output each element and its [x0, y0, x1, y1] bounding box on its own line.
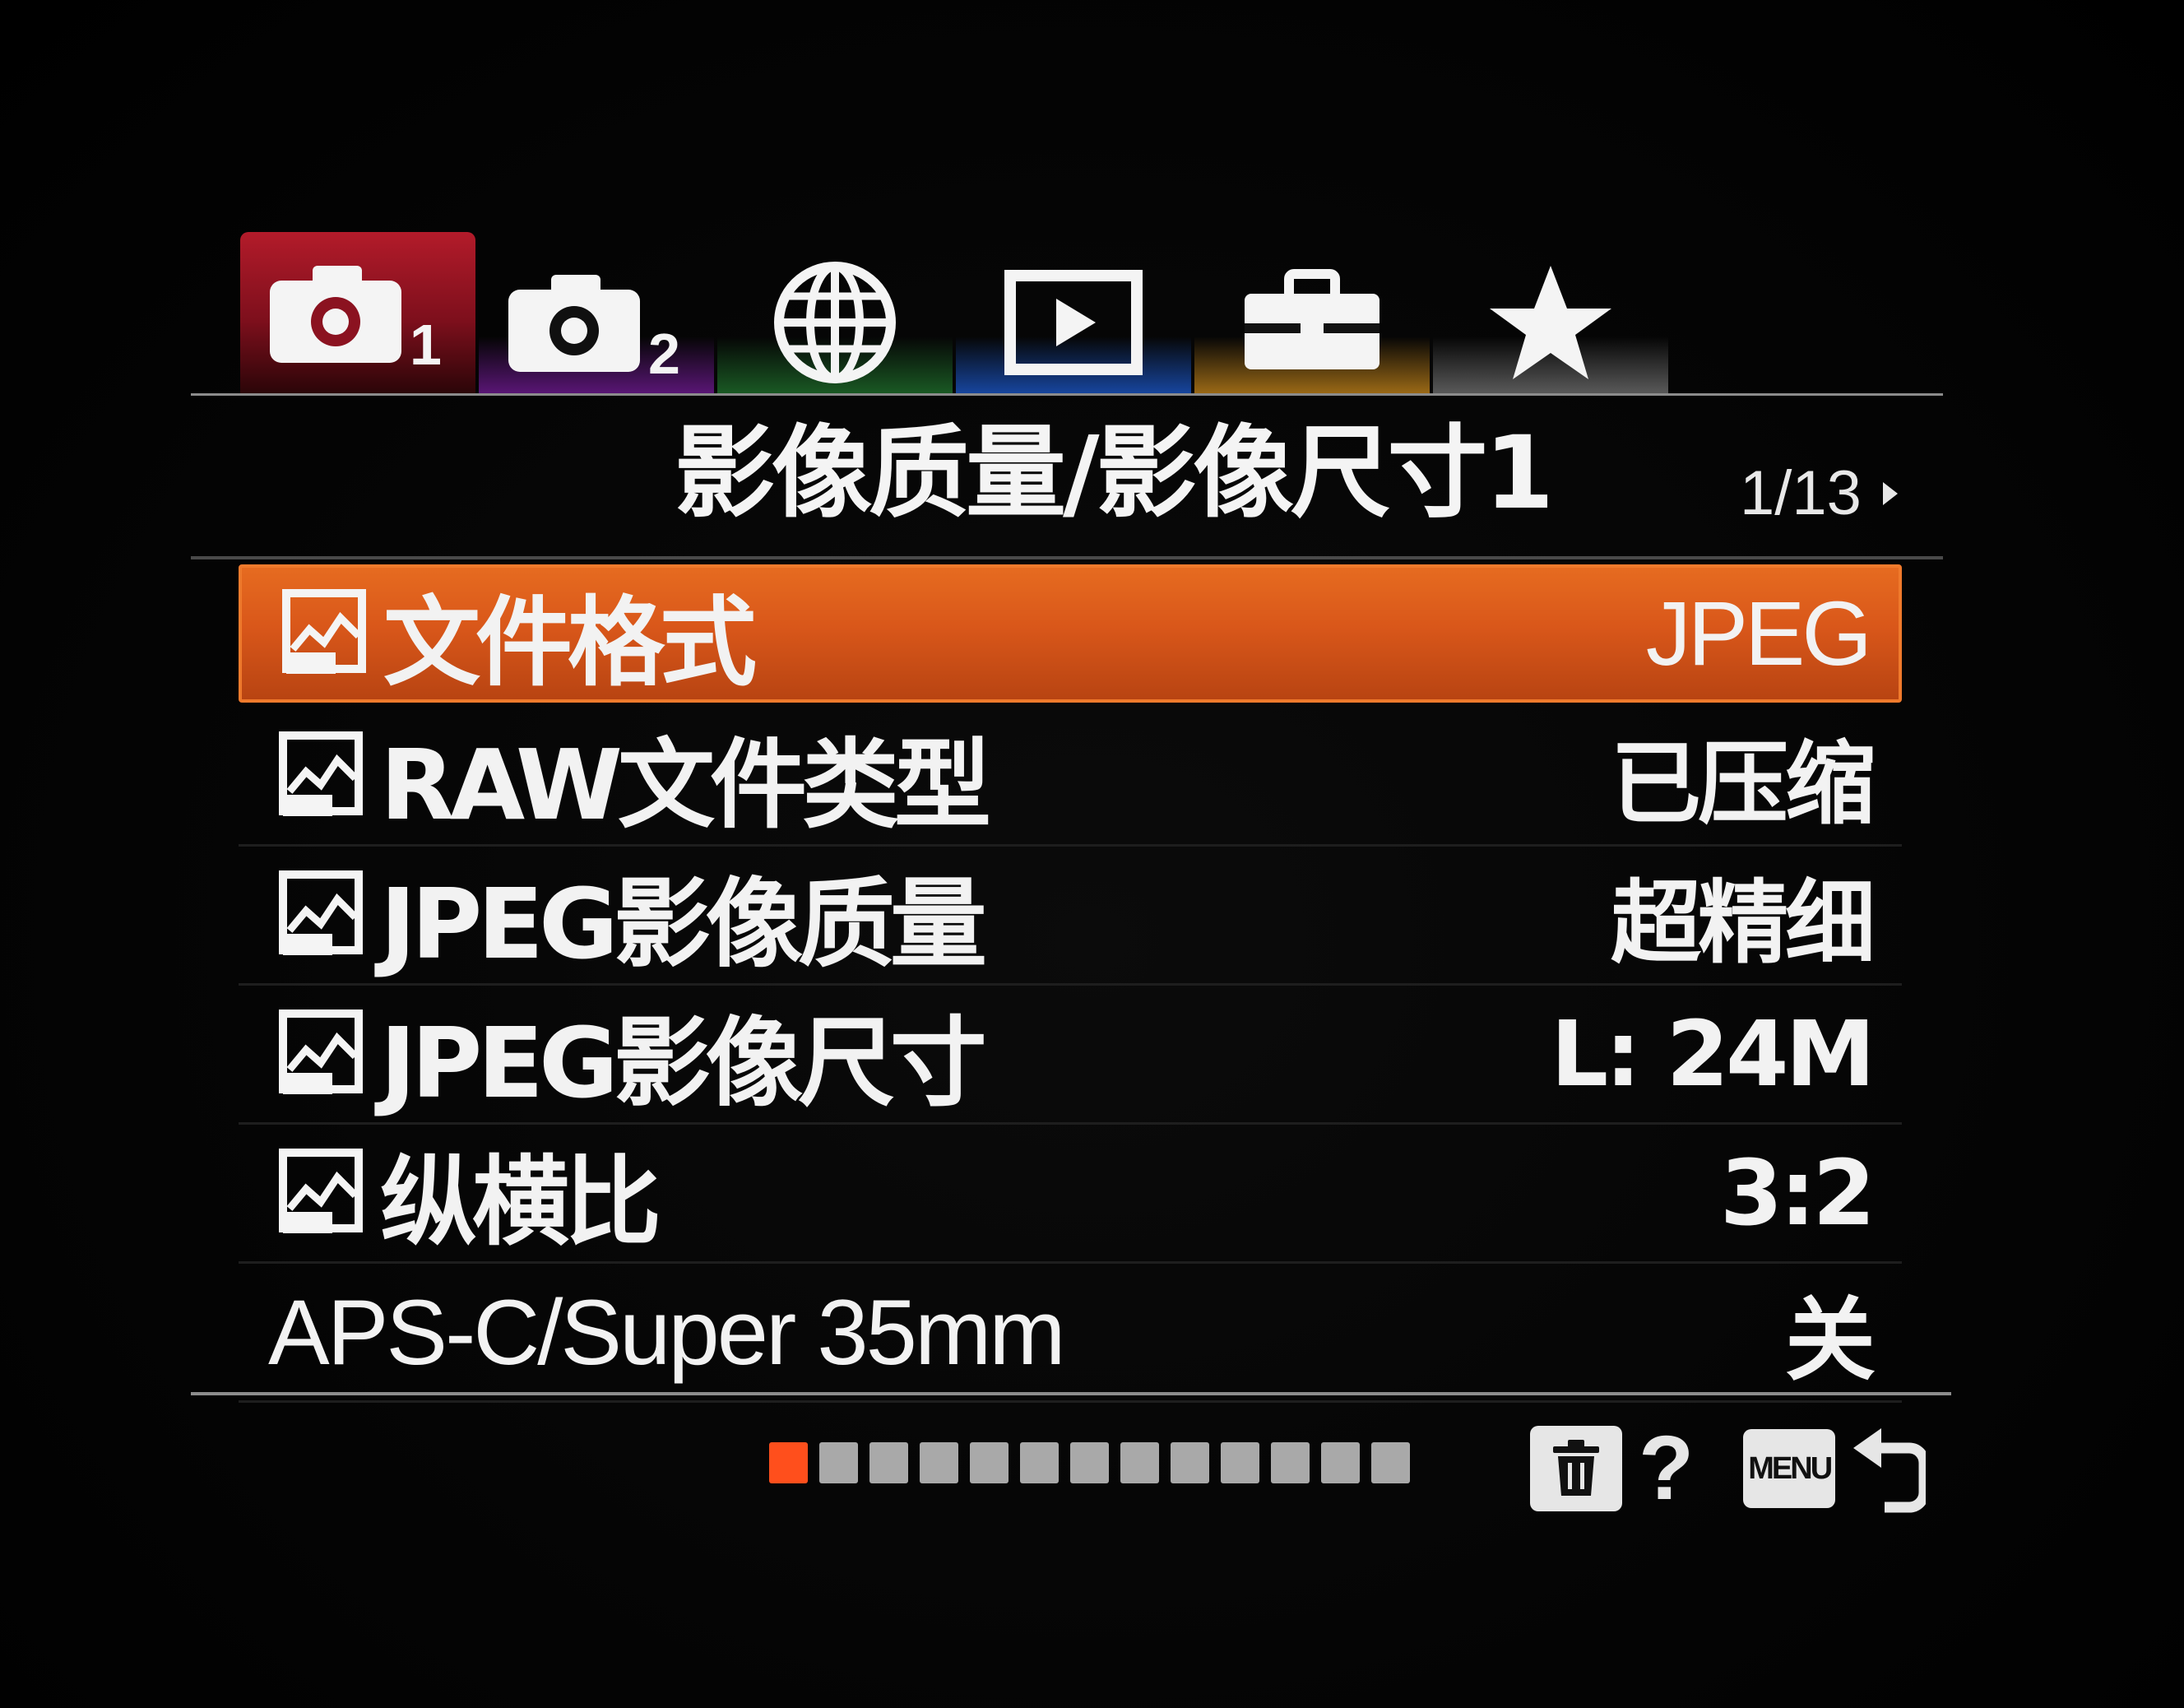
menu-row-value: 超精细: [1611, 870, 1876, 976]
menu-row-value: 已压缩: [1611, 731, 1876, 837]
menu-row-label: APS-C/Super 35mm: [268, 1280, 1066, 1384]
page-dot: [1271, 1442, 1310, 1483]
page-dot: [869, 1442, 908, 1483]
playback-icon: [1004, 269, 1143, 375]
menu-row[interactable]: RAW文件类型 已压缩: [239, 708, 1902, 847]
menu-row-label: 纵横比: [380, 1144, 661, 1259]
page-dot: [769, 1442, 808, 1483]
still-image-icon: [278, 1148, 364, 1238]
menu-key-icon[interactable]: MENU: [1743, 1429, 1836, 1508]
trash-icon[interactable]: [1530, 1426, 1622, 1511]
camera-screen: 1 2 影像质量/影像尺寸1 1/13 文件格式 JPEG RAW文件类型 已压…: [0, 0, 2184, 1708]
camera-2-icon: 2: [508, 274, 680, 380]
still-image-icon: [278, 1009, 364, 1099]
menu-row[interactable]: JPEG影像尺寸 L: 24M: [239, 986, 1902, 1125]
tab-setup[interactable]: [1194, 250, 1430, 394]
tab-network[interactable]: [717, 250, 953, 394]
menu-key-label: MENU: [1748, 1450, 1833, 1486]
still-image-icon: [278, 731, 364, 821]
menu-row-label: JPEG影像质量: [380, 866, 987, 981]
toolbox-icon: [1245, 268, 1379, 369]
back-icon[interactable]: [1852, 1423, 1927, 1514]
page-dot: [920, 1442, 958, 1483]
still-image-icon: [281, 588, 367, 679]
menu-list: 文件格式 JPEG RAW文件类型 已压缩 JPEG影像质量 超精细 JPEG影像尺寸…: [239, 564, 1902, 1403]
next-page-arrow-icon: [1882, 482, 1898, 505]
page-dot: [1321, 1442, 1360, 1483]
footer-hints: ? MENU: [1530, 1419, 1927, 1518]
menu-row-label: JPEG影像尺寸: [380, 1005, 987, 1120]
footer-divider: [191, 1392, 1951, 1395]
menu-row-value: 3:2: [1719, 1140, 1876, 1246]
page-indicator[interactable]: 1/13: [1740, 457, 1898, 531]
page-dot: [1070, 1442, 1109, 1483]
menu-row[interactable]: 纵横比 3:2: [239, 1125, 1902, 1264]
page-dots: [769, 1442, 1410, 1485]
help-icon[interactable]: ?: [1639, 1419, 1694, 1518]
menu-row-value: JPEG: [1645, 582, 1872, 685]
page-title: 影像质量/影像尺寸1: [675, 415, 1554, 531]
page-dot: [1171, 1442, 1209, 1483]
page-dot: [970, 1442, 1009, 1483]
tab-camera-1[interactable]: 1: [240, 232, 475, 394]
header-divider: [191, 556, 1943, 559]
menu-row[interactable]: APS-C/Super 35mm 关: [239, 1264, 1902, 1403]
tab-badge: 1: [410, 313, 442, 371]
star-icon: [1490, 265, 1611, 379]
menu-row[interactable]: JPEG影像质量 超精细: [239, 847, 1902, 986]
tab-underline: [191, 393, 1943, 396]
page-dot: [1371, 1442, 1410, 1483]
menu-row[interactable]: 文件格式 JPEG: [239, 564, 1902, 703]
page-dot: [1120, 1442, 1159, 1483]
menu-tab-bar: 1 2: [240, 232, 1668, 397]
page-indicator-text: 1/13: [1740, 458, 1862, 528]
tab-camera-2[interactable]: 2: [479, 250, 714, 394]
menu-row-value: 关: [1785, 1288, 1876, 1393]
tab-badge: 2: [648, 322, 680, 380]
camera-1-icon: 1: [270, 265, 442, 371]
tab-my-menu[interactable]: [1433, 250, 1668, 394]
page-dot: [819, 1442, 858, 1483]
menu-row-label: 文件格式: [383, 585, 757, 699]
tab-playback[interactable]: [956, 250, 1191, 394]
page-dot: [1221, 1442, 1259, 1483]
still-image-icon: [278, 870, 364, 960]
globe-icon: [774, 261, 896, 383]
menu-row-value: L: 24M: [1551, 1001, 1876, 1107]
page-dot: [1020, 1442, 1059, 1483]
menu-row-label: RAW文件类型: [380, 727, 991, 842]
